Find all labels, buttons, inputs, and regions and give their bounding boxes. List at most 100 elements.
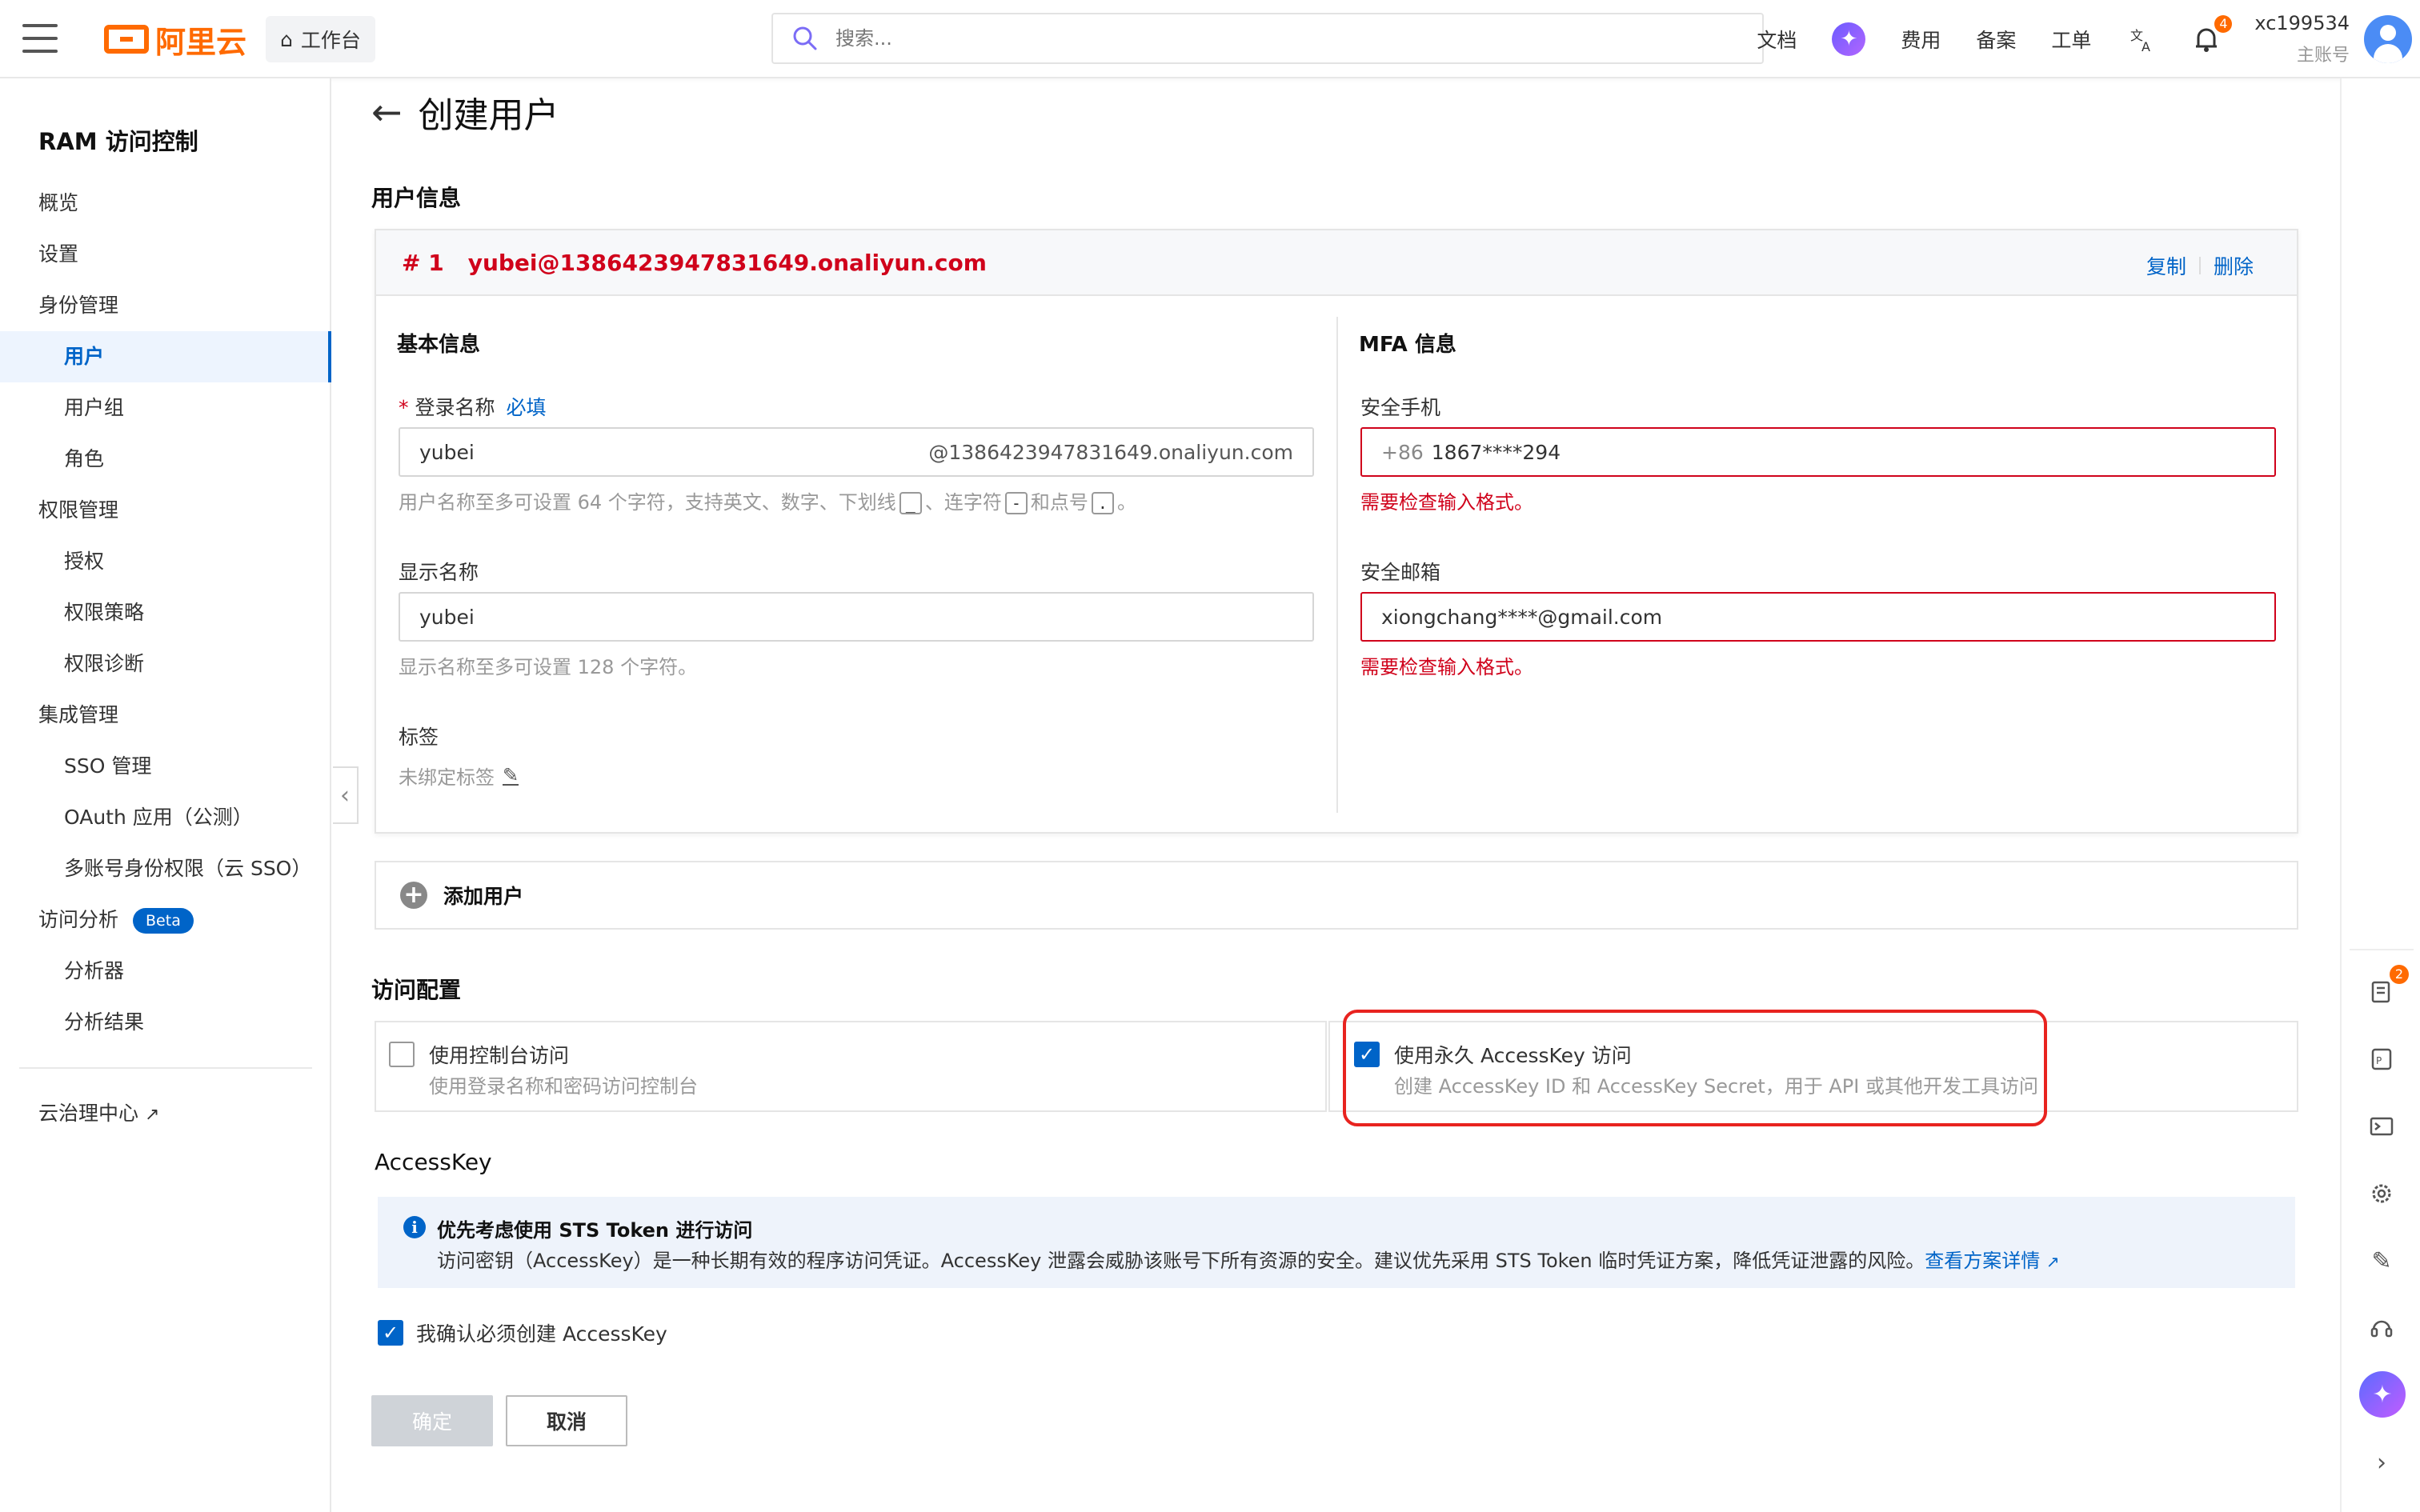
sidebar-item-sso[interactable]: SSO 管理: [0, 741, 331, 792]
back-arrow-icon[interactable]: ←: [371, 90, 403, 134]
docs-link[interactable]: 文档: [1757, 25, 1797, 54]
display-name-value: yubei: [419, 605, 475, 629]
bell-icon[interactable]: 4: [2190, 15, 2233, 55]
user-info-title: 用户信息: [371, 185, 462, 211]
cart-icon[interactable]: 2: [2366, 965, 2409, 1008]
copy-button[interactable]: 复制: [2146, 251, 2186, 280]
aliyun-logo[interactable]: 阿里云: [104, 21, 246, 60]
sidebar-item-governance[interactable]: 云治理中心 ↗: [0, 1088, 331, 1139]
sidebar-item-user-groups[interactable]: 用户组: [0, 382, 331, 434]
external-link-icon: ↗: [2045, 1252, 2060, 1271]
notice-body: 访问密钥（AccessKey）是一种长期有效的程序访问凭证。AccessKey …: [437, 1245, 2060, 1273]
plus-circle-icon: +: [400, 882, 427, 909]
display-name-field[interactable]: yubei: [399, 592, 1314, 642]
sidebar-item-label: 分析器: [64, 959, 125, 982]
headset-icon[interactable]: [2366, 1312, 2398, 1344]
sts-notice: i 优先考虑使用 STS Token 进行访问 访问密钥（AccessKey）是…: [378, 1197, 2295, 1288]
user-card-actions: 复制 删除: [2146, 251, 2254, 280]
ticket-link[interactable]: 工单: [2051, 25, 2091, 54]
confirm-accesskey-checkbox[interactable]: ✓: [378, 1320, 403, 1346]
terminal-icon[interactable]: [2366, 1110, 2398, 1142]
notification-badge: 4: [2214, 15, 2233, 33]
sidebar-item-analysis-results[interactable]: 分析结果: [0, 997, 331, 1048]
ok-button[interactable]: 确定: [371, 1395, 493, 1446]
security-email-field[interactable]: xiongchang****@gmail.com: [1360, 592, 2276, 642]
sidebar-item-label: 分析结果: [64, 1010, 145, 1034]
workbench-label: 工作台: [300, 29, 361, 52]
highlight-annotation: [1343, 1010, 2047, 1126]
sidebar-item-grants[interactable]: 授权: [0, 536, 331, 587]
notice-body-text: 访问密钥（AccessKey）是一种长期有效的程序访问凭证。AccessKey …: [437, 1250, 1925, 1272]
sidebar-item-cloud-sso[interactable]: 多账号身份权限（云 SSO）: [0, 843, 331, 894]
search-box[interactable]: [771, 13, 1764, 64]
console-access-title: 使用控制台访问: [429, 1044, 570, 1067]
gear-icon[interactable]: [2366, 1178, 2398, 1210]
hint-text: 和点号: [1030, 491, 1088, 514]
sidebar-item-oauth[interactable]: OAuth 应用（公测）: [0, 792, 331, 843]
sidebar-item-label: 访问分析: [38, 908, 119, 931]
sidebar-item-analyzer[interactable]: 分析器: [0, 946, 331, 997]
security-phone-label: 安全手机: [1360, 396, 1441, 419]
tags-label: 标签: [399, 726, 439, 749]
confirm-accesskey[interactable]: ✓ 我确认必须创建 AccessKey: [378, 1318, 667, 1347]
external-link-icon: ↗: [144, 1105, 160, 1125]
sidebar-item-users[interactable]: 用户: [0, 331, 331, 382]
sidebar-item-policies[interactable]: 权限策略: [0, 587, 331, 638]
security-phone-field[interactable]: +86 1867****294: [1360, 427, 2276, 477]
sidebar-item-label: 云治理中心: [38, 1102, 139, 1125]
delete-button[interactable]: 删除: [2214, 251, 2254, 280]
phone-error-message: 需要检查输入格式。: [1360, 491, 1533, 514]
sidebar-item-settings[interactable]: 设置: [0, 229, 331, 280]
console-access-checkbox[interactable]: [389, 1042, 415, 1067]
email-error-message: 需要检查输入格式。: [1360, 656, 1533, 678]
home-icon: ⌂: [280, 27, 293, 51]
sidebar-item-label: 权限策略: [64, 601, 145, 624]
add-user-button[interactable]: + 添加用户: [375, 861, 2298, 930]
dash-key: -: [1004, 492, 1028, 514]
ai-assistant-icon[interactable]: ✦: [2359, 1371, 2406, 1418]
checkmark-icon: ✓: [382, 1322, 399, 1344]
security-phone-value: 1867****294: [1431, 440, 1561, 464]
edit-icon[interactable]: ✎: [503, 766, 519, 786]
chevron-right-icon[interactable]: ›: [2366, 1446, 2398, 1478]
avatar[interactable]: [2364, 15, 2412, 63]
brand-name: 阿里云: [155, 24, 247, 60]
api-icon[interactable]: P: [2366, 1043, 2398, 1075]
sidebar-group-access-analysis[interactable]: 访问分析 Beta: [0, 894, 331, 946]
sidebar-title: RAM 访问控制: [38, 128, 198, 155]
sidebar-item-label: 权限诊断: [64, 652, 145, 675]
user-info[interactable]: xc199534 主账号: [2254, 12, 2350, 66]
console-access-option[interactable]: 使用控制台访问 使用登录名称和密码访问控制台: [375, 1021, 1327, 1112]
sidebar-item-diagnosis[interactable]: 权限诊断: [0, 638, 331, 690]
user-card: # 1 yubei@1386423947831649.onaliyun.com …: [375, 229, 2298, 834]
language-icon[interactable]: 文A: [2126, 23, 2158, 55]
accesskey-section-title: AccessKey: [375, 1149, 492, 1175]
login-name-label: * 登录名称 必填: [399, 392, 547, 421]
workbench-button[interactable]: ⌂ 工作台: [266, 16, 375, 62]
view-solution-link[interactable]: 查看方案详情: [1925, 1250, 2040, 1272]
sidebar-item-overview[interactable]: 概览: [0, 178, 331, 229]
svg-text:P: P: [2376, 1055, 2382, 1066]
cancel-button[interactable]: 取消: [506, 1395, 627, 1446]
sidebar-group-permissions[interactable]: 权限管理: [0, 485, 331, 536]
sidebar-item-label: 设置: [38, 242, 79, 266]
required-link[interactable]: 必填: [507, 396, 547, 419]
phone-country-code: +86: [1381, 440, 1424, 464]
required-mark: *: [399, 396, 409, 419]
pencil-icon[interactable]: ✎: [2366, 1245, 2398, 1277]
page-header: ← 创建用户: [371, 86, 559, 138]
icp-filing-link[interactable]: 备案: [1976, 25, 2016, 54]
sidebar-group-identity[interactable]: 身份管理: [0, 280, 331, 331]
login-name-field[interactable]: yubei @1386423947831649.onaliyun.com: [399, 427, 1314, 477]
top-nav-right: 文档 ✦ 费用 备案 工单 文A 4 xc199534 主账号: [1757, 0, 2420, 78]
billing-link[interactable]: 费用: [1901, 25, 1941, 54]
search-input[interactable]: [835, 27, 1556, 50]
right-toolbar: 2 P ✎ ✦ ›: [2340, 78, 2420, 1512]
sidebar-menu: 概览 设置 身份管理 用户 用户组 角色 权限管理 授权 权限策略 权限诊断 集…: [0, 178, 331, 1139]
sidebar-group-integration[interactable]: 集成管理: [0, 690, 331, 741]
sidebar-item-label: SSO 管理: [64, 754, 152, 778]
sidebar-item-roles[interactable]: 角色: [0, 434, 331, 485]
ai-assistant-icon[interactable]: ✦: [1832, 22, 1866, 56]
menu-icon[interactable]: [22, 24, 58, 53]
user-index: # 1: [402, 249, 444, 276]
